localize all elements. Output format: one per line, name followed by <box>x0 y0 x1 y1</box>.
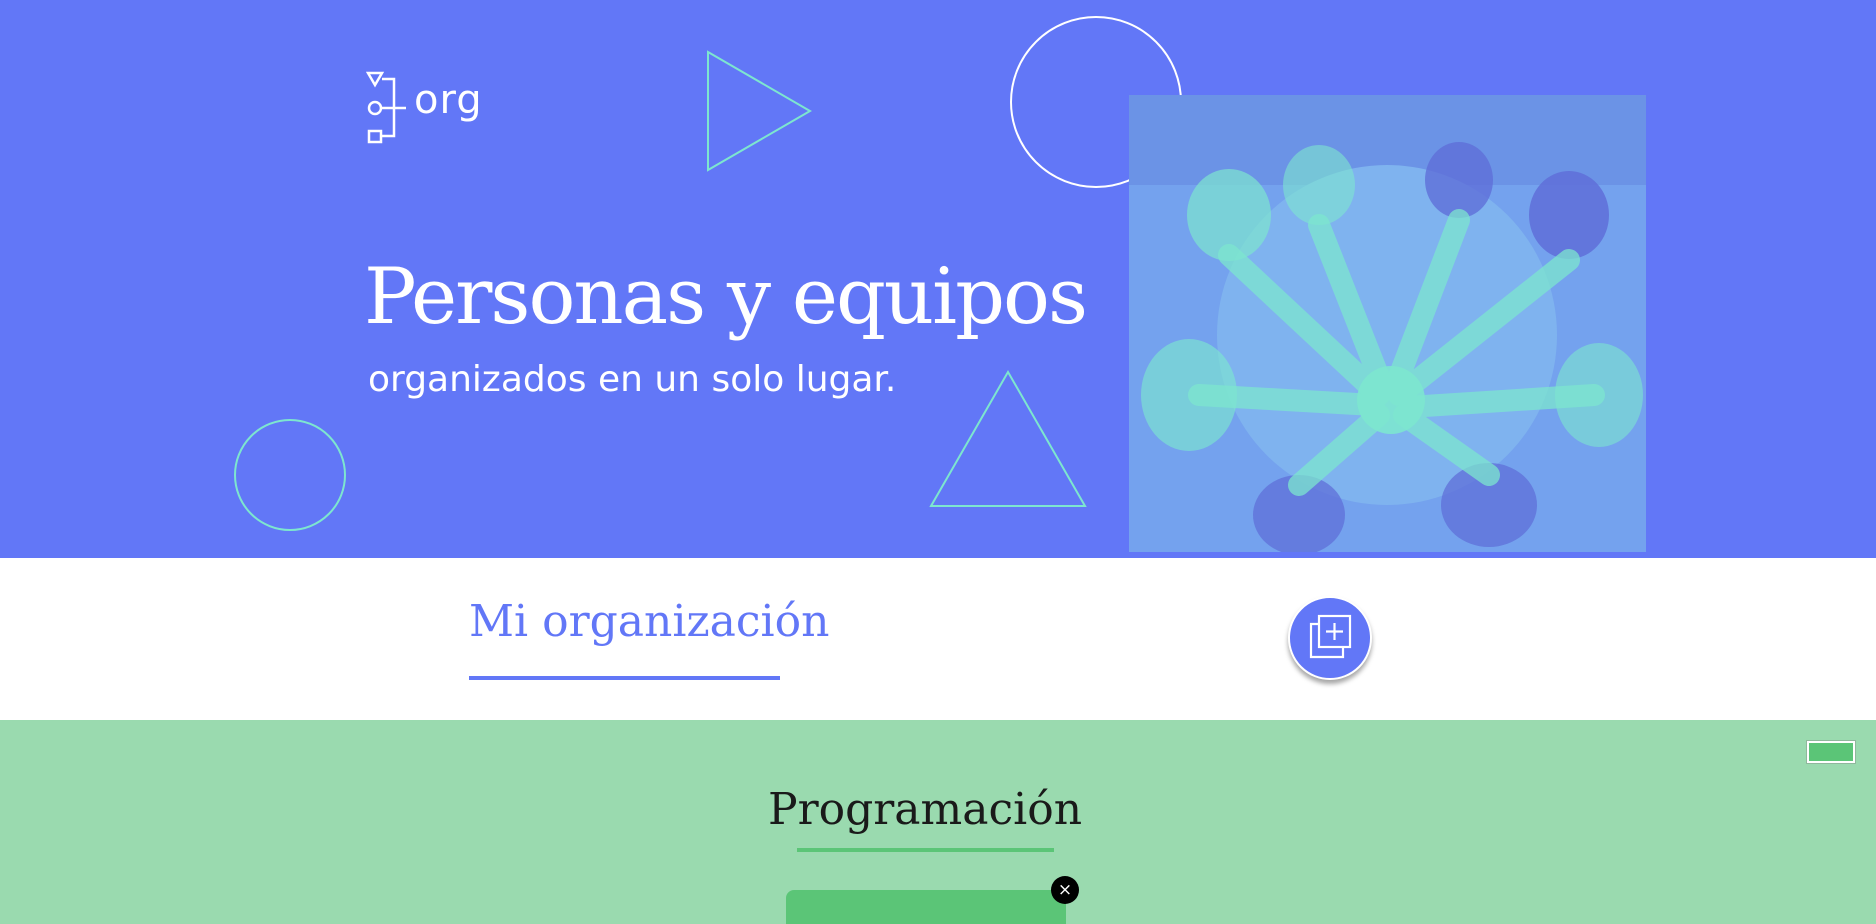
programming-title: Programación <box>767 784 1083 835</box>
triangle-up-outline-decoration <box>929 369 1087 507</box>
organization-tab-underline <box>469 676 780 680</box>
side-toggle-button[interactable] <box>1806 740 1856 764</box>
hero-subtitle: organizados en un solo lugar. <box>368 359 897 400</box>
team-hands-photo <box>1129 95 1646 552</box>
team-photo-illustration <box>1129 95 1646 552</box>
programming-card[interactable] <box>786 890 1066 924</box>
hero-banner: org Personas y equipos organizados en un… <box>0 0 1876 558</box>
org-chart-icon <box>366 71 406 144</box>
programming-title-underline <box>797 848 1054 852</box>
small-circle-outline-decoration <box>234 419 346 531</box>
logo-text: org <box>414 77 483 123</box>
brand-logo[interactable]: org <box>366 70 486 146</box>
add-organization-button[interactable] <box>1288 596 1372 680</box>
close-icon[interactable]: × <box>1051 876 1079 904</box>
programming-section: Programación × <box>0 720 1876 924</box>
organization-tab[interactable]: Mi organización <box>469 600 829 644</box>
organization-section: Mi organización <box>0 558 1876 720</box>
add-to-collection-icon <box>1309 614 1352 659</box>
hero-title: Personas y equipos <box>364 252 1088 342</box>
triangle-outline-decoration <box>707 50 812 172</box>
